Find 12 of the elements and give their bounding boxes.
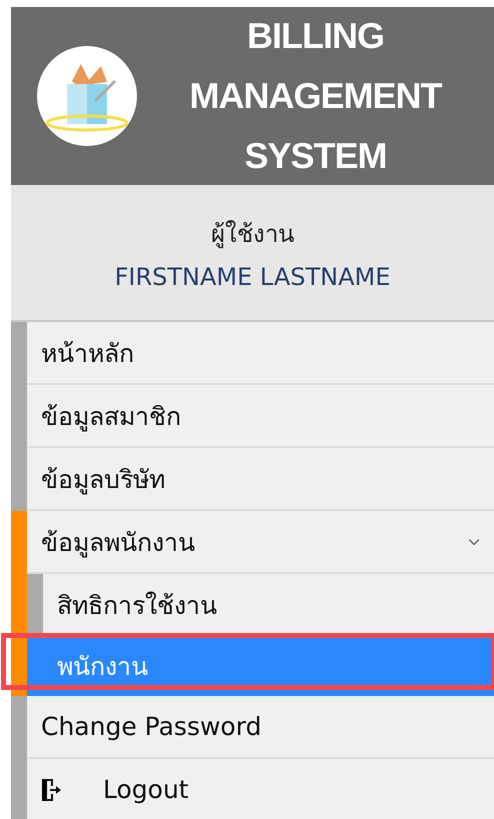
user-name: FIRSTNAME LASTNAME [114,263,390,291]
menu-item[interactable]: Logout [27,759,494,819]
menu-item[interactable]: หน้าหลัก [27,322,494,385]
submenu-item[interactable]: สิทธิการใช้งาน [43,574,494,635]
caret-icon [468,538,480,546]
app-title: BILLING MANAGEMENT SYSTEM [188,14,443,178]
menu-item[interactable]: ข้อมูลบริษัท [27,448,494,511]
menu-item[interactable]: ข้อมูลพนักงาน [27,511,494,574]
user-label: ผู้ใช้งาน [211,219,294,250]
menu-item[interactable]: ข้อมูลสมาชิก [27,385,494,448]
menu-item[interactable]: Change Password [27,696,494,759]
exit-icon [41,778,61,802]
